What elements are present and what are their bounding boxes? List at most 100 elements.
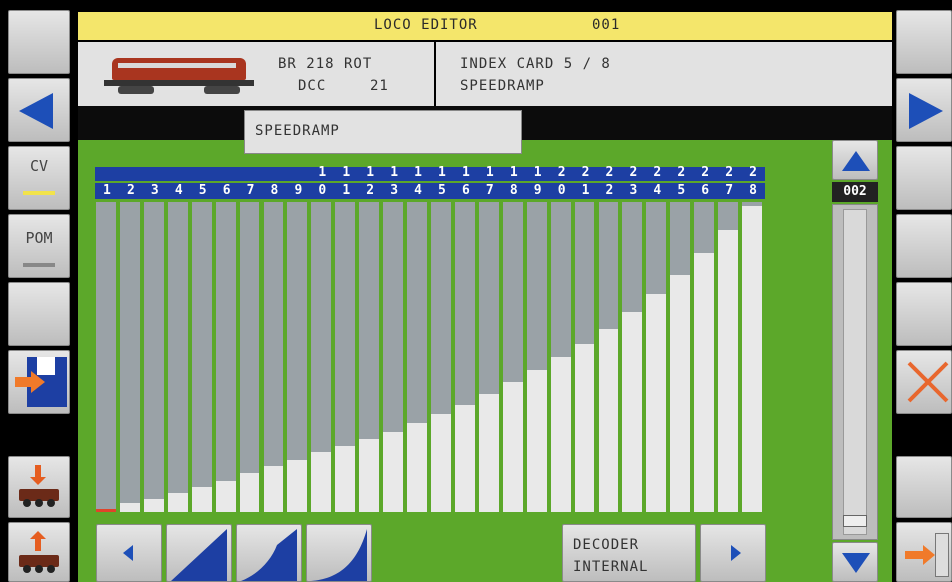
speed-step-bar[interactable] (718, 202, 739, 512)
step-digit-bottom: 9 (294, 183, 303, 198)
cv-button[interactable]: CV (8, 146, 70, 210)
pom-button[interactable]: POM (8, 214, 70, 278)
step-digit-top: 1 (438, 165, 446, 180)
speed-step-bar[interactable] (407, 202, 427, 512)
step-digit-bottom: 3 (150, 183, 159, 198)
step-digit-bottom: 6 (701, 183, 710, 198)
decoder-mode-button[interactable]: DECODER INTERNAL (562, 524, 696, 582)
step-digit-top: 1 (533, 165, 542, 180)
step-digit-top: 2 (605, 165, 614, 180)
decoder-line2: INTERNAL (573, 559, 649, 575)
scroll-value: 002 (843, 184, 867, 199)
loco-read-button[interactable] (8, 456, 70, 518)
linear-curve-icon (171, 529, 227, 581)
right-button-3[interactable] (896, 146, 952, 210)
left-prev-button[interactable] (8, 78, 70, 142)
loco-number: 001 (592, 17, 621, 33)
speed-step-bar[interactable] (96, 202, 116, 512)
step-digit-bottom: 2 (605, 183, 614, 198)
speed-step-bar[interactable] (119, 202, 140, 512)
tab-speedramp[interactable]: SPEEDRAMP (244, 110, 522, 154)
left-blank-button[interactable] (8, 282, 70, 346)
speed-step-bar[interactable] (215, 202, 236, 512)
speed-step-bar[interactable] (526, 202, 547, 512)
curve-linear-button[interactable] (166, 524, 232, 582)
speed-step-bar[interactable] (574, 202, 595, 512)
speed-step-bar[interactable] (239, 202, 260, 512)
step-digit-bottom: 0 (557, 183, 566, 198)
curve-exp-button[interactable] (306, 524, 372, 582)
chevron-right-icon (731, 545, 741, 561)
speed-step-fill (143, 498, 164, 512)
speed-step-fill (335, 446, 356, 512)
speed-step-bar[interactable] (311, 202, 332, 512)
step-digit-top: 2 (653, 165, 662, 180)
speed-step-fill (718, 230, 739, 512)
title-bar: LOCO EDITOR 001 (78, 12, 892, 40)
scroll-track[interactable] (832, 204, 878, 540)
speed-step-fill (526, 370, 547, 512)
step-digit-bottom: 5 (438, 183, 446, 198)
speed-step-bar[interactable] (263, 202, 284, 512)
loco-image (104, 54, 254, 96)
speed-step-fill (407, 422, 427, 512)
step-digit-top: 1 (509, 165, 518, 180)
loco-arrow-up-icon (17, 531, 61, 573)
speed-step-bar[interactable] (670, 202, 691, 512)
left-top-button[interactable] (8, 10, 70, 74)
log-curve-icon (241, 529, 297, 581)
step-digit-top: 2 (701, 165, 710, 180)
speed-step-fill (478, 394, 499, 512)
right-next-button[interactable] (896, 78, 952, 142)
scroll-thumb[interactable] (843, 515, 867, 527)
speed-bars[interactable] (95, 202, 765, 512)
step-digits-bottom: 1234567890123456789012345678 (95, 183, 765, 199)
step-digit-bottom: 4 (653, 183, 662, 198)
loco-write-button[interactable] (8, 522, 70, 582)
step-digit-top: 1 (485, 165, 494, 180)
speed-step-bar[interactable] (431, 202, 451, 512)
speed-step-bar[interactable] (287, 202, 308, 512)
exit-button[interactable] (896, 522, 952, 582)
step-digit-bottom: 1 (581, 183, 590, 198)
step-prev-button[interactable] (96, 524, 162, 582)
speed-step-bar[interactable] (502, 202, 523, 512)
cancel-button[interactable] (896, 350, 952, 414)
step-digit-bottom: 6 (222, 183, 231, 198)
speed-step-bar[interactable] (646, 202, 667, 512)
speed-step-bar[interactable] (191, 202, 212, 512)
speed-step-bar[interactable] (454, 202, 475, 512)
speed-step-bar[interactable] (167, 202, 188, 512)
speed-step-bar[interactable] (359, 202, 380, 512)
speed-step-bar[interactable] (335, 202, 356, 512)
speed-step-bar[interactable] (622, 202, 643, 512)
step-digit-bottom: 8 (509, 183, 518, 198)
right-top-button[interactable] (896, 10, 952, 74)
speed-step-fill (742, 206, 762, 512)
save-button[interactable] (8, 350, 70, 414)
exp-curve-icon (311, 529, 367, 581)
speed-step-fill (622, 312, 643, 512)
speed-step-bar[interactable] (143, 202, 164, 512)
right-button-4[interactable] (896, 214, 952, 278)
curve-log-button[interactable] (236, 524, 302, 582)
tab-speedramp-label: SPEEDRAMP (255, 123, 340, 139)
loco-arrow-down-icon (17, 465, 61, 507)
speed-step-bar[interactable] (550, 202, 571, 512)
speed-step-bar[interactable] (383, 202, 404, 512)
step-digit-bottom: 5 (677, 183, 686, 198)
step-digit-top: 1 (318, 165, 327, 180)
index-card-panel: INDEX CARD 5 / 8 SPEEDRAMP (436, 42, 892, 106)
step-next-button[interactable] (700, 524, 766, 582)
speed-step-bar[interactable] (598, 202, 619, 512)
speed-step-bar[interactable] (694, 202, 715, 512)
pom-label: POM (25, 229, 53, 247)
scroll-down-button[interactable] (832, 542, 878, 582)
index-card-line2: SPEEDRAMP (460, 78, 545, 94)
speed-step-fill (502, 382, 523, 512)
speed-step-bar[interactable] (478, 202, 499, 512)
right-button-7[interactable] (896, 456, 952, 518)
scroll-up-button[interactable] (832, 140, 878, 180)
right-button-5[interactable] (896, 282, 952, 346)
speed-step-bar[interactable] (742, 202, 762, 512)
